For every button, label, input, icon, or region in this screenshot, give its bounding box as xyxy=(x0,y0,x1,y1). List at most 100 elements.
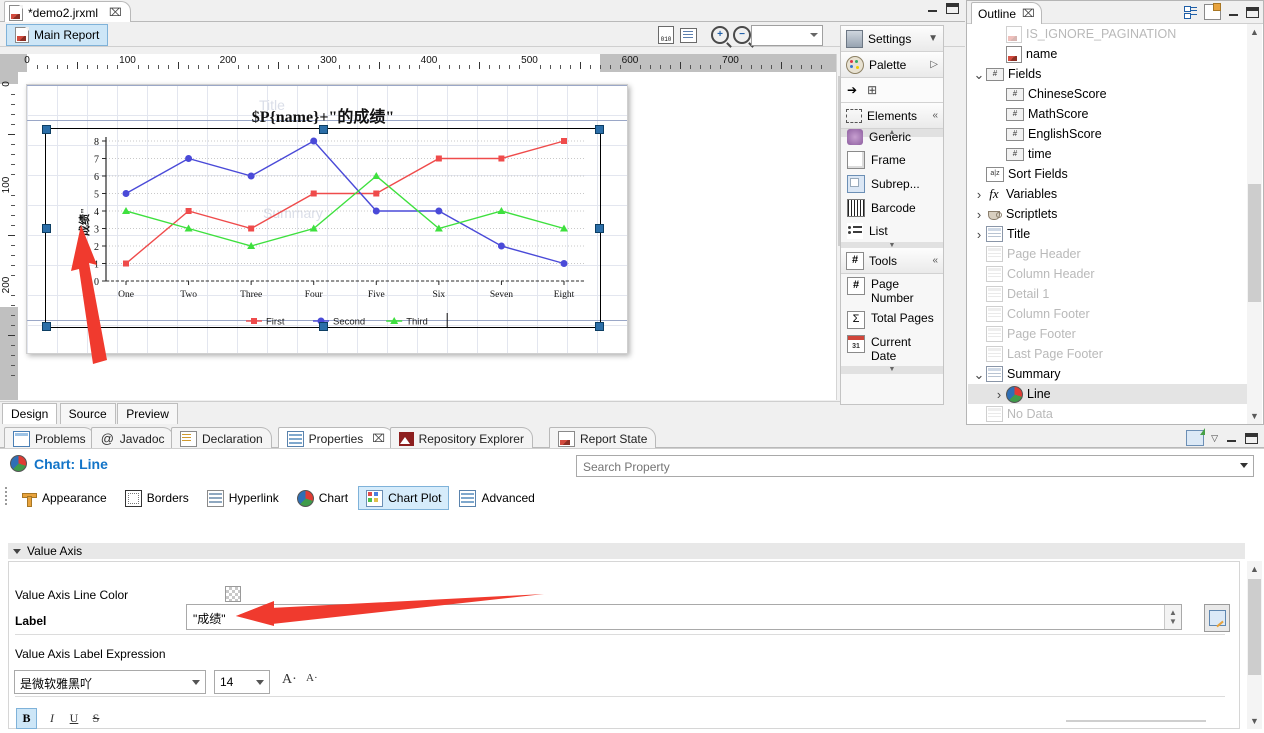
zoom-level-combo[interactable] xyxy=(751,25,823,46)
properties-horizontal-scrollbar[interactable] xyxy=(1066,716,1206,726)
outline-item-summary[interactable]: ⌄Summary xyxy=(968,364,1248,384)
properties-tab-borders[interactable]: Borders xyxy=(117,486,197,510)
show-outline-button[interactable] xyxy=(677,25,699,45)
new-view-icon[interactable] xyxy=(1186,430,1204,446)
properties-vertical-scrollbar[interactable]: ▲ ▼ xyxy=(1247,561,1262,729)
link-with-editor-icon[interactable] xyxy=(1184,5,1198,19)
resize-handle-top-center[interactable] xyxy=(319,125,328,134)
expression-spinner[interactable]: ▲▼ xyxy=(1164,605,1181,629)
zoom-in-button[interactable]: + xyxy=(709,25,731,45)
underline-button[interactable]: U xyxy=(66,710,82,726)
close-icon[interactable]: ⌧ xyxy=(1022,7,1035,20)
chevron-down-icon[interactable]: ⌄ xyxy=(972,370,986,379)
tool-item-current-date[interactable]: 31 Current Date xyxy=(841,332,943,366)
resize-handle-top-right[interactable] xyxy=(595,125,604,134)
design-canvas[interactable]: Title Summary $P{name}+"的成绩" 012345678On… xyxy=(18,72,836,400)
palette-item-list[interactable]: List xyxy=(841,220,943,242)
close-icon[interactable]: ⌧ xyxy=(109,6,122,19)
outline-item-englishscore[interactable]: #EnglishScore xyxy=(968,124,1248,144)
scroll-down-icon[interactable]: ▼ xyxy=(1247,408,1262,424)
font-family-combo[interactable]: 是微软雅黑吖 xyxy=(14,670,206,694)
section-header-value-axis[interactable]: Value Axis xyxy=(8,543,1245,559)
maximize-icon[interactable] xyxy=(1246,7,1259,18)
outline-item-last-page-footer[interactable]: Last Page Footer xyxy=(968,344,1248,364)
report-page[interactable]: Title Summary $P{name}+"的成绩" 012345678On… xyxy=(26,84,628,354)
chart-element-line[interactable]: 012345678OneTwoThreeFourFiveSixSevenEigh… xyxy=(45,128,601,328)
close-icon[interactable]: ⌧ xyxy=(372,432,385,445)
selection-tool-button[interactable]: ➔ xyxy=(847,83,857,97)
outline-item-column-header[interactable]: Column Header xyxy=(968,264,1248,284)
tab-preview[interactable]: Preview xyxy=(117,403,178,424)
tab-outline[interactable]: Outline ⌧ xyxy=(971,2,1042,24)
search-property-input[interactable] xyxy=(581,458,1225,476)
editor-tab-demo2[interactable]: *demo2.jrxml ⌧ xyxy=(4,1,131,23)
tab-main-report[interactable]: Main Report xyxy=(6,24,108,46)
resize-handle-bottom-center[interactable] xyxy=(319,322,328,331)
chevron-down-icon[interactable] xyxy=(1240,463,1248,468)
search-property-combo[interactable] xyxy=(576,455,1254,477)
outline-item-variables[interactable]: ›fxVariables xyxy=(968,184,1248,204)
outline-item-fields[interactable]: ⌄#Fields xyxy=(968,64,1248,84)
scrollbar-thumb[interactable] xyxy=(1248,579,1261,675)
outline-item-no-data[interactable]: No Data xyxy=(968,404,1248,424)
tool-item-total-pages[interactable]: Σ Total Pages xyxy=(841,308,943,332)
maximize-icon[interactable] xyxy=(946,3,959,14)
outline-tree[interactable]: IS_IGNORE_PAGINATIONname⌄#Fields#Chinese… xyxy=(968,24,1248,424)
zoom-out-button[interactable]: − xyxy=(731,25,753,45)
chevron-right-icon[interactable]: › xyxy=(972,187,986,202)
view-menu-icon[interactable]: ▽ xyxy=(1211,433,1218,444)
tab-problems[interactable]: Problems xyxy=(4,427,95,449)
resize-handle-middle-left[interactable] xyxy=(42,224,51,233)
scroll-down-icon[interactable]: ▼ xyxy=(1247,713,1262,729)
properties-tab-appearance[interactable]: Appearance xyxy=(14,486,115,510)
scrollbar-thumb[interactable] xyxy=(1248,184,1261,302)
outline-item-scriptlets[interactable]: ›Scriptlets xyxy=(968,204,1248,224)
chevron-right-icon[interactable]: ▷ xyxy=(930,59,938,70)
open-expression-editor-button[interactable] xyxy=(1204,604,1230,632)
resize-handle-middle-right[interactable] xyxy=(595,224,604,233)
outline-item-is-ignore-pagination[interactable]: IS_IGNORE_PAGINATION xyxy=(968,24,1248,44)
outline-item-line[interactable]: ›Line xyxy=(968,384,1248,404)
strikethrough-button[interactable]: S xyxy=(88,710,104,726)
scroll-up-icon[interactable]: ▲ xyxy=(1247,24,1262,40)
scroll-up-icon[interactable]: ▲ xyxy=(1247,561,1262,577)
tab-report-state[interactable]: Report State xyxy=(549,427,656,449)
minimize-icon[interactable] xyxy=(1227,7,1240,18)
properties-tab-advanced[interactable]: Advanced xyxy=(451,486,542,510)
palette-header[interactable]: Palette ▷ xyxy=(841,52,943,78)
chevron-right-icon[interactable]: › xyxy=(972,227,986,242)
outline-item-chinesescore[interactable]: #ChineseScore xyxy=(968,84,1248,104)
resize-handle-bottom-left[interactable] xyxy=(42,322,51,331)
outline-item-detail-1[interactable]: Detail 1 xyxy=(968,284,1248,304)
tab-design[interactable]: Design xyxy=(2,403,57,424)
maximize-icon[interactable] xyxy=(1245,433,1258,444)
chevron-down-icon[interactable]: ▼ xyxy=(928,33,938,44)
outline-item-name[interactable]: name xyxy=(968,44,1248,64)
view-menu-icon[interactable] xyxy=(1204,4,1221,20)
resize-handle-top-left[interactable] xyxy=(42,125,51,134)
tab-source[interactable]: Source xyxy=(60,403,116,424)
properties-tab-chart[interactable]: Chart xyxy=(289,486,356,510)
outline-item-page-header[interactable]: Page Header xyxy=(968,244,1248,264)
show-data-button[interactable]: 010 xyxy=(655,25,677,45)
palette-item-frame[interactable]: Frame xyxy=(841,148,943,172)
chevron-down-icon[interactable]: ⌄ xyxy=(972,70,986,79)
tab-javadoc[interactable]: @Javadoc xyxy=(91,427,174,449)
marquee-tool-button[interactable]: ⊞ xyxy=(867,83,877,97)
outline-item-page-footer[interactable]: Page Footer xyxy=(968,324,1248,344)
collapse-icon[interactable]: « xyxy=(932,110,938,121)
tools-header[interactable]: # Tools « xyxy=(841,248,943,274)
italic-button[interactable]: I xyxy=(44,710,60,726)
tab-properties[interactable]: Properties⌧ xyxy=(278,427,394,449)
collapse-icon[interactable]: « xyxy=(932,255,938,266)
minimize-icon[interactable] xyxy=(926,3,939,14)
chevron-right-icon[interactable]: › xyxy=(972,207,986,222)
palette-item-generic[interactable]: Generic xyxy=(841,126,943,148)
bold-button[interactable]: B xyxy=(16,708,37,729)
chevron-right-icon[interactable]: › xyxy=(992,387,1006,402)
palette-item-barcode[interactable]: Barcode xyxy=(841,196,943,220)
tab-declaration[interactable]: Declaration xyxy=(171,427,272,449)
decrease-font-size-button[interactable]: A· xyxy=(306,672,318,684)
outline-item-mathscore[interactable]: #MathScore xyxy=(968,104,1248,124)
palette-item-subreport[interactable]: Subrep... xyxy=(841,172,943,196)
